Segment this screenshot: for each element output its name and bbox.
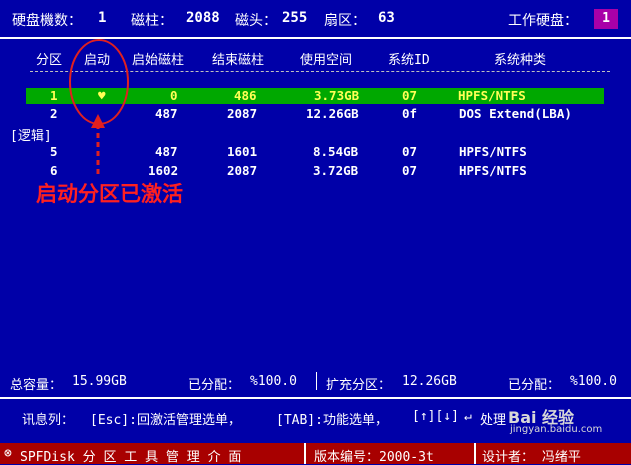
annotation-overlay — [69, 39, 129, 174]
hint-enter-text: 处理 — [480, 413, 507, 428]
status-bar: ⊗ SPFDisk 分 区 工 具 管 理 介 面 版本编号：2000-3t 设… — [0, 443, 631, 465]
version-text: 版本编号：2000-3t — [314, 450, 434, 465]
hint-arrows: [↑][↓] — [412, 409, 459, 424]
allocated2-label: 已分配： — [508, 378, 561, 393]
status-separator — [474, 443, 476, 464]
summary-divider — [316, 372, 317, 390]
hint-label: 讯息列： — [22, 413, 75, 428]
allocated-label: 已分配： — [188, 378, 241, 393]
hint-esc: [Esc]:回激活管理选单， — [90, 413, 241, 428]
hint-tab: [TAB]:功能选单， — [276, 413, 388, 428]
allocated-value: %100.0 — [250, 374, 297, 389]
total-value: 15.99GB — [72, 374, 127, 389]
extended-label: 扩充分区： — [326, 378, 392, 393]
annotation-circle — [69, 39, 129, 125]
app-title: SPFDisk 分 区 工 具 管 理 介 面 — [20, 450, 242, 465]
status-separator — [304, 443, 306, 464]
bottom-divider — [0, 397, 631, 399]
allocated2-value: %100.0 — [570, 374, 617, 389]
total-label: 总容量： — [10, 378, 63, 393]
arrow-up-icon — [91, 114, 105, 128]
watermark-url: jingyan.baidu.com — [510, 424, 603, 435]
power-icon: ⊗ — [4, 446, 12, 461]
enter-icon: ↵ — [464, 409, 472, 424]
extended-value: 12.26GB — [402, 374, 457, 389]
designer-text: 设计者： 冯绪平 — [482, 450, 581, 465]
annotation-text: 启动分区已激活 — [36, 182, 183, 206]
